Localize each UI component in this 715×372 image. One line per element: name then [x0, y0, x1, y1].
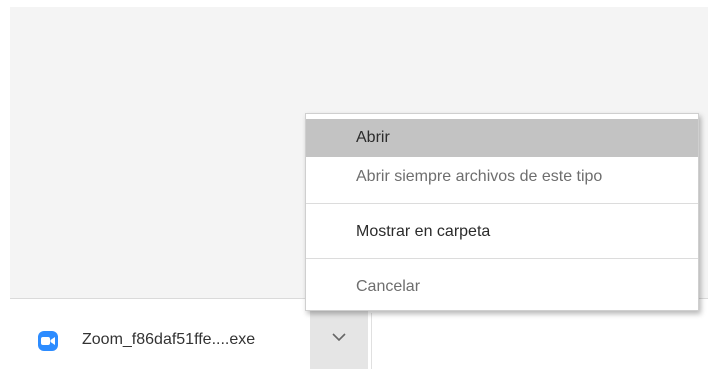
menu-item-label: Mostrar en carpeta	[356, 223, 491, 240]
menu-item-label: Cancelar	[356, 278, 421, 295]
menu-item-open[interactable]: Abrir	[306, 119, 698, 157]
menu-separator	[306, 258, 698, 259]
zoom-app-icon	[38, 331, 58, 351]
shelf-divider	[371, 313, 372, 369]
download-context-menu: Abrir Abrir siempre archivos de este tip…	[305, 113, 699, 311]
menu-item-show-in-folder[interactable]: Mostrar en carpeta	[306, 213, 698, 251]
menu-item-label: Abrir siempre archivos de este tipo	[356, 168, 603, 185]
menu-item-always-open[interactable]: Abrir siempre archivos de este tipo	[306, 158, 698, 196]
menu-item-cancel[interactable]: Cancelar	[306, 268, 698, 306]
browser-window: Zoom_f86daf51ffe....exe Abrir Abrir siem…	[0, 0, 715, 372]
menu-separator	[306, 203, 698, 204]
download-item[interactable]: Zoom_f86daf51ffe....exe	[10, 299, 316, 369]
chevron-down-icon	[332, 333, 346, 341]
download-file-name: Zoom_f86daf51ffe....exe	[82, 331, 256, 348]
menu-item-label: Abrir	[356, 129, 390, 146]
